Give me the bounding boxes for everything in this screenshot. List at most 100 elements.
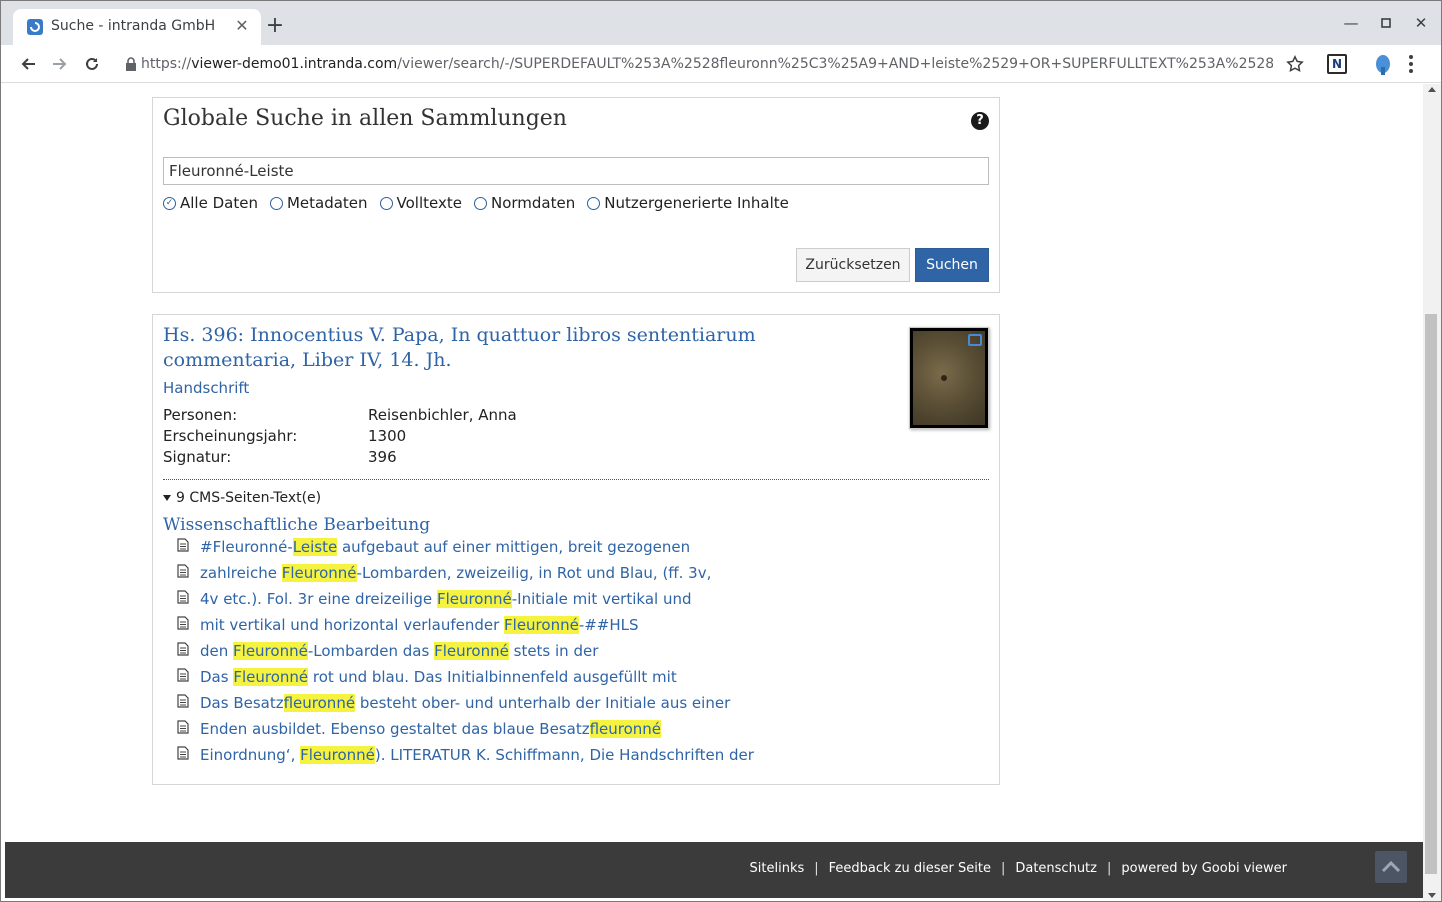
cms-hit-text-link[interactable]: Einordnung‘, Fleuronné). LITERATUR K. Sc… bbox=[200, 746, 754, 764]
hit-highlight: Fleuronné bbox=[300, 746, 375, 764]
hit-highlight: Fleuronné bbox=[436, 590, 512, 608]
tab-close-icon[interactable]: ✕ bbox=[233, 17, 251, 35]
footer-link[interactable]: Datenschutz bbox=[1015, 861, 1097, 876]
cms-hit-item[interactable]: Das Fleuronné rot und blau. Das Initialb… bbox=[177, 664, 754, 690]
cms-hit-item[interactable]: mit vertikal und horizontal verlaufender… bbox=[177, 612, 754, 638]
hit-text: zahlreiche bbox=[200, 564, 282, 582]
tab-title: Suche - intranda GmbH bbox=[51, 18, 216, 34]
help-icon[interactable]: ? bbox=[971, 112, 989, 130]
hit-text: ). LITERATUR K. Schiffmann, Die Handschr… bbox=[374, 746, 754, 764]
radio-unchecked-icon[interactable] bbox=[269, 196, 283, 210]
metadata-label: Personen: bbox=[163, 406, 238, 424]
radio-unchecked-icon[interactable] bbox=[587, 196, 601, 210]
metadata-value: Reisenbichler, Anna bbox=[368, 406, 517, 424]
search-scope-radio[interactable]: Nutzergenerierte Inhalte bbox=[587, 194, 789, 212]
scrollbar-thumb[interactable] bbox=[1425, 314, 1437, 874]
hit-text: Einordnung‘, bbox=[200, 746, 301, 764]
hit-text: -Initiale mit vertikal und bbox=[511, 590, 692, 608]
document-icon bbox=[177, 720, 189, 738]
scroll-up-arrow-icon[interactable] bbox=[1428, 87, 1436, 92]
document-icon bbox=[177, 590, 189, 608]
search-scope-radio[interactable]: Volltexte bbox=[379, 194, 462, 212]
tab-strip: Suche - intranda GmbH ✕ + — ✕ bbox=[1, 1, 1441, 45]
footer-separator: | bbox=[814, 861, 819, 876]
result-thumbnail[interactable] bbox=[909, 327, 989, 429]
close-window-icon[interactable]: ✕ bbox=[1411, 13, 1431, 33]
reload-icon[interactable] bbox=[80, 52, 104, 76]
scroll-down-arrow-icon[interactable] bbox=[1428, 893, 1436, 898]
search-button[interactable]: Suchen bbox=[915, 248, 989, 282]
reset-button[interactable]: Zurücksetzen bbox=[796, 248, 910, 282]
cms-hit-text-link[interactable]: mit vertikal und horizontal verlaufender… bbox=[200, 616, 639, 634]
cms-pages-toggle[interactable]: 9 CMS-Seiten-Text(e) bbox=[163, 490, 321, 506]
browser-tab[interactable]: Suche - intranda GmbH ✕ bbox=[13, 9, 261, 45]
address-bar[interactable]: https://viewer-demo01.intranda.com/viewe… bbox=[141, 56, 1273, 72]
cms-pages-toggle-label: 9 CMS-Seiten-Text(e) bbox=[176, 490, 322, 506]
cms-hit-text-link[interactable]: Das Fleuronné rot und blau. Das Initialb… bbox=[200, 668, 677, 686]
browser-menu-icon[interactable] bbox=[1408, 54, 1414, 74]
cms-page-heading-link[interactable]: Wissenschaftliche Bearbeitung bbox=[163, 515, 430, 535]
hit-highlight: Fleuronné bbox=[281, 564, 357, 582]
footer-separator: | bbox=[1106, 861, 1112, 876]
cms-hit-item[interactable]: den Fleuronné-Lombarden das Fleuronné st… bbox=[177, 638, 754, 664]
hit-text: -Lombarden das bbox=[307, 642, 435, 660]
browser-toolbar: https://viewer-demo01.intranda.com/viewe… bbox=[1, 45, 1441, 83]
cms-hit-list: #Fleuronné-Leiste aufgebaut auf einer mi… bbox=[177, 534, 754, 768]
cms-hit-item[interactable]: Einordnung‘, Fleuronné). LITERATUR K. Sc… bbox=[177, 742, 754, 768]
radio-checked-icon[interactable]: ✓ bbox=[163, 196, 176, 210]
hit-text: Enden ausbildet. Ebenso gestaltet das bl… bbox=[200, 720, 590, 738]
document-icon bbox=[177, 564, 189, 582]
new-tab-icon[interactable]: + bbox=[263, 15, 287, 39]
search-panel: Globale Suche in allen Sammlungen ? ✓ All… bbox=[152, 97, 1000, 293]
cms-hit-item[interactable]: Das Besatzfleuronné besteht ober- und un… bbox=[177, 690, 754, 716]
cms-hit-item[interactable]: #Fleuronné-Leiste aufgebaut auf einer mi… bbox=[177, 534, 754, 560]
search-input[interactable] bbox=[163, 157, 989, 185]
cms-hit-text-link[interactable]: 4v etc.). Fol. 3r eine dreizeilige Fleur… bbox=[200, 590, 692, 608]
search-scope-radio[interactable]: Metadaten bbox=[269, 194, 368, 212]
search-scope-options: ✓ Alle Daten Metadaten Volltexte Normdaten Nu… bbox=[163, 194, 801, 212]
lock-icon[interactable] bbox=[125, 57, 137, 71]
footer-link[interactable]: Sitelinks bbox=[750, 861, 805, 876]
powered-by-link[interactable]: powered by Goobi viewer bbox=[1121, 861, 1287, 876]
search-scope-label: Normdaten bbox=[490, 194, 576, 212]
extension-n-icon[interactable]: N bbox=[1327, 54, 1347, 74]
bookmark-star-icon[interactable] bbox=[1286, 55, 1304, 73]
forward-icon[interactable] bbox=[48, 52, 72, 76]
result-title-link[interactable]: Hs. 396: Innocentius V. Papa, In quattuo… bbox=[163, 323, 863, 373]
document-icon bbox=[177, 642, 189, 660]
metadata-value: 1300 bbox=[368, 427, 407, 445]
footer-link[interactable]: Feedback zu dieser Seite bbox=[829, 861, 991, 876]
url-path: /viewer/search/-/SUPERDEFAULT%253A%2528f… bbox=[397, 56, 1273, 72]
maximize-icon[interactable] bbox=[1376, 13, 1396, 33]
search-scope-radio[interactable]: Normdaten bbox=[473, 194, 576, 212]
radio-unchecked-icon[interactable] bbox=[379, 196, 393, 210]
metadata-value: 396 bbox=[368, 448, 397, 466]
hit-text: besteht ober- und unterhalb der Initiale… bbox=[355, 694, 731, 712]
page-scrollbar[interactable] bbox=[1423, 84, 1441, 901]
cms-hit-text-link[interactable]: den Fleuronné-Lombarden das Fleuronné st… bbox=[200, 642, 598, 660]
search-result: Hs. 396: Innocentius V. Papa, In quattuo… bbox=[152, 314, 1000, 785]
hit-text: stets in der bbox=[508, 642, 599, 660]
cms-hit-text-link[interactable]: #Fleuronné-Leiste aufgebaut auf einer mi… bbox=[200, 538, 690, 556]
hit-text: Das bbox=[200, 668, 234, 686]
search-scope-radio[interactable]: ✓ Alle Daten bbox=[163, 194, 258, 212]
cms-hit-text-link[interactable]: Das Besatzfleuronné besteht ober- und un… bbox=[200, 694, 730, 712]
page-footer: Sitelinks | Feedback zu dieser Seite | Daten… bbox=[5, 842, 1423, 898]
hit-text: -##HLS bbox=[578, 616, 639, 634]
result-type-link[interactable]: Handschrift bbox=[163, 379, 249, 397]
document-icon bbox=[177, 538, 189, 556]
back-icon[interactable] bbox=[16, 52, 40, 76]
cms-hit-item[interactable]: zahlreiche Fleuronné-Lombarden, zweizeil… bbox=[177, 560, 754, 586]
cms-hit-text-link[interactable]: Enden ausbildet. Ebenso gestaltet das bl… bbox=[200, 720, 662, 738]
cms-hit-item[interactable]: 4v etc.). Fol. 3r eine dreizeilige Fleur… bbox=[177, 586, 754, 612]
hit-text: -Lombarden, zweizeilig, in Rot und Blau,… bbox=[356, 564, 712, 582]
extension-person-icon[interactable] bbox=[1373, 53, 1393, 75]
scroll-to-top-button[interactable] bbox=[1375, 851, 1407, 883]
minimize-icon[interactable]: — bbox=[1341, 13, 1361, 33]
radio-unchecked-icon[interactable] bbox=[473, 196, 487, 210]
hit-text: den bbox=[200, 642, 234, 660]
hit-highlight: Fleuronné bbox=[233, 642, 308, 660]
hit-highlight: Leiste bbox=[292, 538, 338, 556]
cms-hit-text-link[interactable]: zahlreiche Fleuronné-Lombarden, zweizeil… bbox=[200, 564, 711, 582]
cms-hit-item[interactable]: Enden ausbildet. Ebenso gestaltet das bl… bbox=[177, 716, 754, 742]
